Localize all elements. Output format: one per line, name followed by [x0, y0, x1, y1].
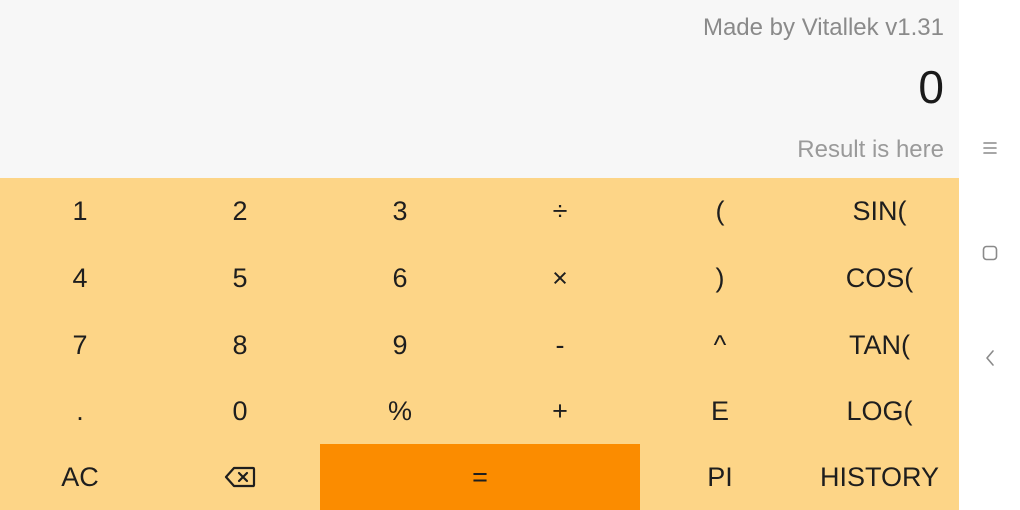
key-tan[interactable]: TAN( — [800, 312, 959, 378]
back-button[interactable] — [959, 340, 1020, 380]
pi-button[interactable]: PI — [640, 444, 800, 510]
calculator-app: Made by Vitallek v1.31 0 Result is here … — [0, 0, 959, 510]
expression-display[interactable]: 0 — [918, 60, 944, 114]
key-sin[interactable]: SIN( — [800, 178, 959, 245]
display-panel: Made by Vitallek v1.31 0 Result is here — [0, 0, 959, 178]
system-navigation-bar — [959, 0, 1020, 510]
key-9[interactable]: 9 — [320, 312, 480, 378]
home-button[interactable] — [959, 235, 1020, 275]
key-4[interactable]: 4 — [0, 245, 160, 312]
key-minus[interactable]: - — [480, 312, 640, 378]
key-8[interactable]: 8 — [160, 312, 320, 378]
key-close-paren[interactable]: ) — [640, 245, 800, 312]
key-percent[interactable]: % — [320, 378, 480, 444]
result-display: Result is here — [797, 136, 944, 163]
key-multiply[interactable]: × — [480, 245, 640, 312]
history-button[interactable]: HISTORY — [800, 444, 959, 510]
home-icon — [981, 244, 999, 267]
key-exponent[interactable]: E — [640, 378, 800, 444]
key-decimal[interactable]: . — [0, 378, 160, 444]
credit-label: Made by Vitallek v1.31 — [702, 14, 944, 41]
key-divide[interactable]: ÷ — [480, 178, 640, 245]
keypad: 1 2 3 ÷ ( SIN( 4 5 6 × ) COS( 7 8 9 - ^ … — [0, 178, 959, 510]
clear-button[interactable]: AC — [0, 444, 160, 510]
backspace-button[interactable] — [160, 444, 320, 510]
recents-button[interactable] — [959, 130, 1020, 170]
key-3[interactable]: 3 — [320, 178, 480, 245]
key-cos[interactable]: COS( — [800, 245, 959, 312]
key-0[interactable]: 0 — [160, 378, 320, 444]
key-5[interactable]: 5 — [160, 245, 320, 312]
key-7[interactable]: 7 — [0, 312, 160, 378]
recents-icon — [982, 141, 998, 160]
key-plus[interactable]: + — [480, 378, 640, 444]
backspace-icon — [224, 466, 256, 488]
key-2[interactable]: 2 — [160, 178, 320, 245]
key-log[interactable]: LOG( — [800, 378, 959, 444]
key-6[interactable]: 6 — [320, 245, 480, 312]
key-1[interactable]: 1 — [0, 178, 160, 245]
back-icon — [984, 349, 996, 372]
equals-button[interactable]: = — [320, 444, 640, 510]
key-open-paren[interactable]: ( — [640, 178, 800, 245]
key-power[interactable]: ^ — [640, 312, 800, 378]
